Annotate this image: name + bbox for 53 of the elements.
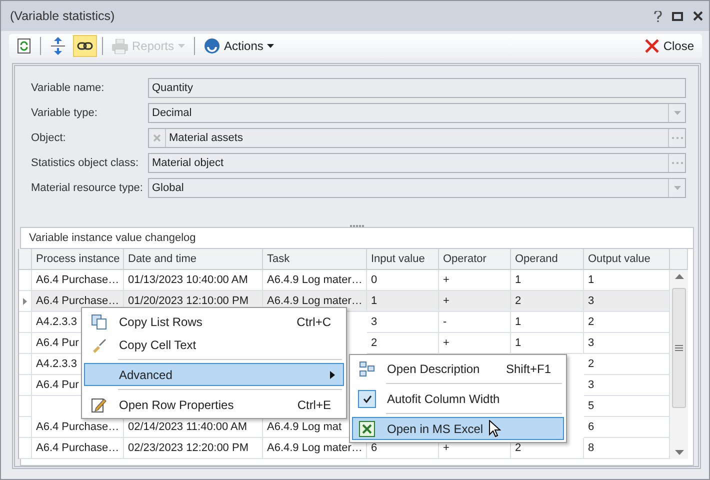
field-label: Material resource type: <box>31 182 144 194</box>
table-cell: A6.4.9 Log mater… <box>263 270 367 291</box>
table-cell: 5 <box>584 396 670 417</box>
table-cell: 02/23/2023 12:20:00 PM <box>124 438 263 459</box>
column-header[interactable]: Operator <box>439 249 511 270</box>
field-label: Object: <box>31 132 67 144</box>
table-cell: 6 <box>584 417 670 438</box>
column-header[interactable]: Process instance <box>32 249 124 270</box>
dropdown-field[interactable]: Global <box>148 178 686 198</box>
table-cell: 2 <box>511 291 584 312</box>
table-cell: 1 <box>367 291 439 312</box>
table-cell: 1 <box>511 312 584 333</box>
table-cell: - <box>439 312 511 333</box>
table-cell: 01/13/2023 10:40:00 AM <box>124 270 263 291</box>
close-button[interactable]: Close <box>641 35 698 57</box>
table-cell: 1 <box>511 333 584 354</box>
menu-item[interactable]: Open in MS Excel <box>352 417 564 440</box>
table-cell: 3 <box>584 333 670 354</box>
table-cell: A6.4 Purchase… <box>32 270 124 291</box>
column-header[interactable]: Input value <box>367 249 439 270</box>
input-field[interactable]: Material assets <box>148 128 686 148</box>
table-cell: 0 <box>367 270 439 291</box>
table-cell: + <box>439 333 511 354</box>
table-cell: 1 <box>511 270 584 291</box>
input-field[interactable]: Quantity <box>148 78 686 98</box>
table-cell: 2 <box>367 333 439 354</box>
window-title: (Variable statistics) <box>10 9 116 23</box>
field-label: Variable type: <box>31 107 98 119</box>
table-cell: A6.4 Purchase… <box>32 438 124 459</box>
column-header[interactable]: Task <box>263 249 367 270</box>
menu-item[interactable]: Advanced <box>84 363 344 386</box>
table-cell: 2 <box>584 354 670 375</box>
table-cell: 8 <box>584 438 670 459</box>
menu-item[interactable]: Autofit Column Width <box>352 387 564 410</box>
table-cell: 02/14/2023 11:40:00 AM <box>124 417 263 438</box>
field-label: Variable name: <box>31 82 106 94</box>
menu-item[interactable]: Open Row Properties Ctrl+E <box>84 393 344 416</box>
table-cell: 3 <box>584 375 670 396</box>
table-cell: A6.4 Purchase… <box>32 417 124 438</box>
table-cell: + <box>439 270 511 291</box>
dropdown-field[interactable]: Decimal <box>148 103 686 123</box>
menu-item[interactable]: Open Description Shift+F1 <box>352 357 564 380</box>
table-cell: 3 <box>584 291 670 312</box>
table-cell: 1 <box>584 270 670 291</box>
input-field[interactable]: Material object <box>148 153 686 173</box>
table-cell: 2 <box>584 312 670 333</box>
column-header[interactable]: Operand <box>511 249 584 270</box>
column-header[interactable]: Date and time <box>124 249 263 270</box>
table-cell: 3 <box>367 312 439 333</box>
column-header[interactable]: Output value <box>584 249 670 270</box>
table-cell: + <box>439 291 511 312</box>
field-label: Statistics object class: <box>31 157 140 169</box>
actions-button[interactable]: Actions <box>200 35 278 57</box>
